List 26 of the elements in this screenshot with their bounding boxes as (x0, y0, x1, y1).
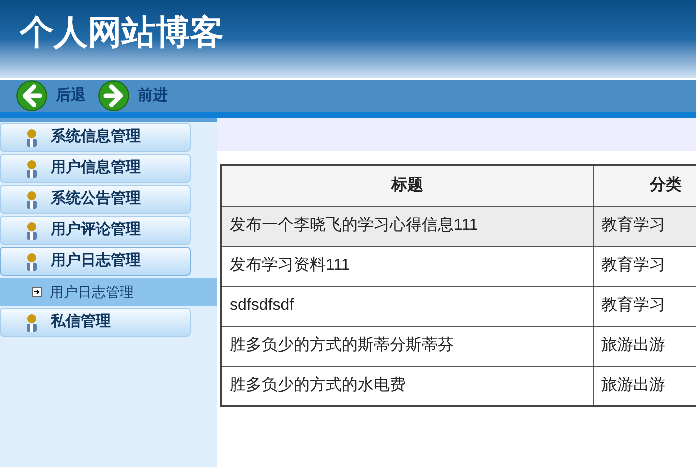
table-cell: 发布一个李晓飞的学习心得信息111 (221, 206, 593, 246)
sidebar-item[interactable]: 用户信息管理 (0, 154, 191, 183)
sidebar-item[interactable]: 用户评论管理 (0, 216, 191, 245)
table-cell: 教育学习 (593, 286, 696, 326)
table-cell: 教育学习 (593, 206, 696, 246)
column-header: 标题 (221, 165, 593, 206)
user-icon (25, 314, 39, 332)
table-cell: 发布学习资料111 (221, 246, 593, 286)
table-cell: 教育学习 (593, 246, 696, 286)
user-icon (25, 222, 39, 240)
table-cell: sdfsdfsdf (221, 286, 593, 326)
site-title: 个人网站博客 (20, 13, 224, 54)
user-icon (25, 252, 39, 270)
table-cell: 胜多负少的方式的水电费 (221, 366, 593, 406)
arrow-box-icon (32, 287, 42, 297)
user-icon (25, 160, 39, 178)
table-cell: 旅游出游 (593, 366, 696, 406)
sidebar-item[interactable]: 用户日志管理 (0, 247, 191, 276)
table-cell: 胜多负少的方式的斯蒂分斯蒂芬 (221, 326, 593, 366)
user-icon (25, 190, 39, 208)
user-icon (25, 128, 39, 146)
sidebar-item[interactable]: 系统公告管理 (0, 185, 191, 214)
sidebar-item[interactable]: 私信管理 (0, 308, 191, 337)
table-cell: 旅游出游 (593, 326, 696, 366)
sidebar-item[interactable]: 系统信息管理 (0, 123, 191, 152)
sidebar-subitem[interactable]: 用户日志管理 (0, 278, 217, 306)
